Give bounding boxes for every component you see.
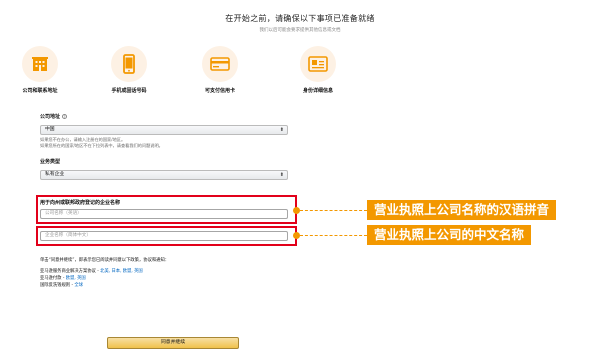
country-select[interactable]: 中国 ⬍ bbox=[40, 125, 288, 135]
step-label: 身份详细信息 bbox=[302, 88, 333, 94]
mobile-phone-icon bbox=[111, 46, 147, 82]
callout-dot bbox=[293, 232, 300, 239]
business-type-select[interactable]: 私有企业 ⬍ bbox=[40, 170, 288, 180]
step-phone: 手机或固话号码 bbox=[89, 46, 169, 94]
page-header: 在开始之前，请确保以下事项已准备就绪 我们以后可能会要求提供其他信息或文档 bbox=[0, 13, 600, 33]
callout-dot bbox=[293, 207, 300, 214]
page-subtitle: 我们以后可能会要求提供其他信息或文档 bbox=[259, 28, 341, 33]
page-title: 在开始之前，请确保以下事项已准备就绪 bbox=[225, 14, 375, 23]
step-label: 可支付信用卡 bbox=[204, 88, 235, 94]
callout-line bbox=[300, 235, 367, 236]
company-name-pinyin-input[interactable]: 公司名称（英语） bbox=[40, 209, 288, 219]
step-company-address: 公司和联系地址 bbox=[0, 46, 80, 94]
step-label: 手机或固话号码 bbox=[111, 88, 147, 94]
callout-pinyin: 营业执照上公司名称的汉语拼音 bbox=[367, 200, 557, 220]
requirements-steps: 公司和联系地址 手机或固话号码 可支付信用卡 身份详细信息 bbox=[0, 46, 600, 96]
service-agreement-links[interactable]: 北美, 日本, 欧盟, 英国 bbox=[100, 269, 143, 274]
callout-chinese: 营业执照上公司的中文名称 bbox=[367, 225, 532, 245]
business-type-label: 业务类型 bbox=[40, 159, 61, 165]
country-hint: 如果您不在办公，请输入注册在的国家/地区。 如果您所在的国家/地区不在下拉列表中… bbox=[40, 137, 163, 148]
credit-card-icon bbox=[202, 46, 238, 82]
country-field-label: 公司地址 ? bbox=[40, 114, 68, 120]
company-name-chinese-input[interactable]: 企业名称（简体中文） bbox=[40, 231, 288, 241]
payments-line: 亚马逊付款 - 欧盟, 英国 bbox=[40, 276, 86, 281]
help-icon[interactable]: ? bbox=[62, 114, 68, 119]
agreement-note: 单击“同意并继续”，即表示您已阅读并同意以下政策，协议和通知： bbox=[40, 258, 170, 263]
callout-line bbox=[300, 210, 367, 211]
service-agreement-line: 亚马逊服务商业解决方案协议 - 北美, 日本, 欧盟, 英国 bbox=[40, 269, 143, 274]
select-arrows-icon: ⬍ bbox=[279, 127, 284, 133]
building-icon bbox=[22, 46, 58, 82]
id-card-icon bbox=[300, 46, 336, 82]
step-label: 公司和联系地址 bbox=[22, 88, 58, 94]
legal-name-label: 用于向州或联邦政府登记的企业名称 bbox=[40, 200, 121, 206]
agree-continue-button[interactable]: 同意并继续 bbox=[107, 337, 239, 349]
payments-links[interactable]: 欧盟, 英国 bbox=[66, 276, 86, 281]
step-identity: 身份详细信息 bbox=[278, 46, 358, 94]
aml-line: 国际反洗钱规则 - 全球 bbox=[40, 283, 83, 288]
aml-links[interactable]: 全球 bbox=[74, 283, 83, 288]
select-arrows-icon: ⬍ bbox=[279, 172, 284, 178]
step-credit-card: 可支付信用卡 bbox=[180, 46, 260, 94]
